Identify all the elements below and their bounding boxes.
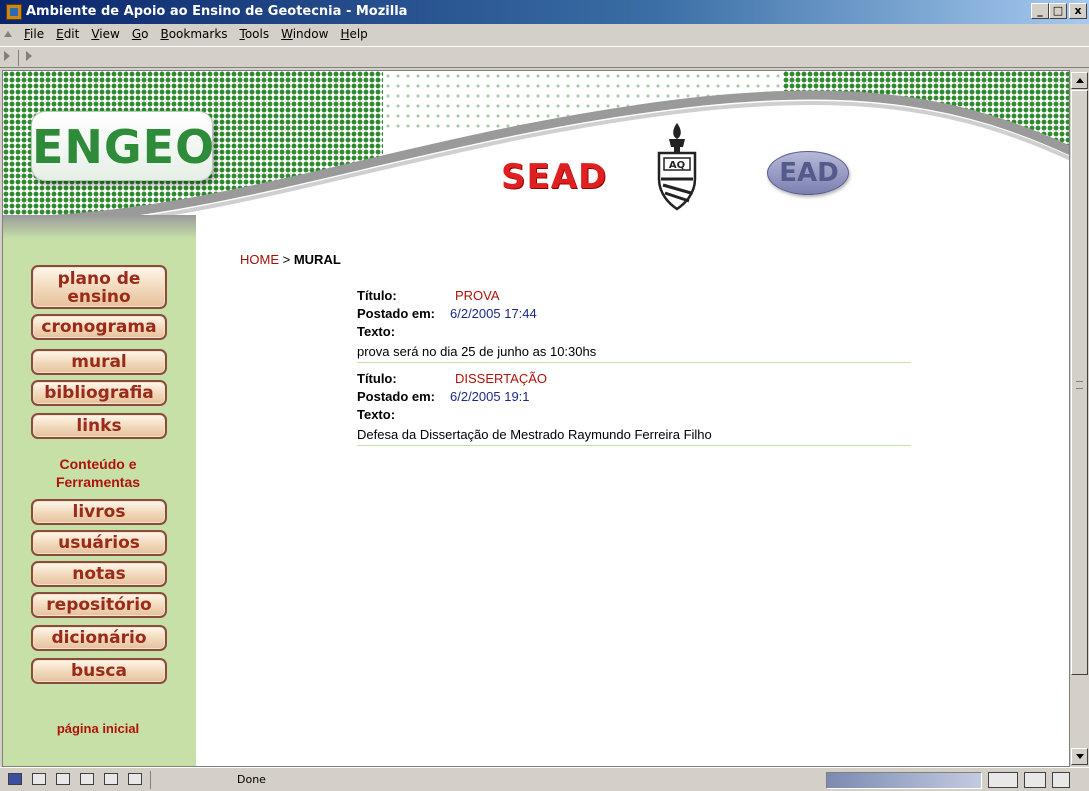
window-title: Ambiente de Apoio ao Ensino de Geotecnia… (26, 4, 408, 19)
post-title: DISSERTAÇÃO (455, 371, 547, 386)
status-bar: Done (0, 767, 1089, 791)
lock-icon[interactable] (1052, 772, 1070, 788)
menu-help[interactable]: Help (334, 27, 373, 41)
mail-icon[interactable] (32, 773, 46, 785)
crest-text: AQ (669, 160, 685, 171)
scrollbar-thumb[interactable] (1071, 90, 1088, 675)
mozilla-app-icon[interactable] (6, 4, 22, 20)
nav-usuarios[interactable]: usuários (31, 530, 167, 556)
menu-tools[interactable]: Tools (234, 27, 276, 41)
menu-view[interactable]: View (85, 27, 125, 41)
nav-links[interactable]: links (31, 413, 167, 439)
breadcrumb-home-link[interactable]: HOME (240, 252, 279, 267)
engeo-logo[interactable]: ENGEO (31, 111, 216, 181)
sidebar-shadow (3, 215, 196, 239)
engeo-logo-text: ENGEO (32, 120, 216, 174)
toolbar-divider (18, 50, 19, 66)
browser-window: Ambiente de Apoio ao Ensino de Geotecnia… (0, 0, 1089, 791)
nav-bibliografia[interactable]: bibliografia (31, 380, 167, 406)
mural-post: Título: PROVA Postado em: 6/2/2005 17:44… (357, 288, 911, 363)
ead-logo[interactable] (767, 151, 850, 195)
expand-toolbar-icon[interactable] (26, 51, 32, 61)
navigator-icon[interactable] (8, 773, 22, 785)
menu-bookmarks[interactable]: Bookmarks (154, 27, 233, 41)
post-date: 6/2/2005 19:1 (450, 389, 530, 404)
titulo-label: Título: (357, 371, 397, 386)
university-crest-icon[interactable]: AQ (651, 121, 703, 211)
menu-bar: File Edit View Go Bookmarks Tools Window… (0, 24, 1089, 46)
nav-mural[interactable]: mural (31, 349, 167, 375)
tools-section-heading: Conteúdo e Ferramentas (55, 456, 141, 490)
pagina-inicial-link[interactable]: página inicial (23, 721, 173, 736)
window-controls: _ □ x (1031, 3, 1087, 19)
progress-bar (826, 772, 982, 789)
postado-label: Postado em: (357, 306, 436, 321)
security-icon[interactable] (1024, 772, 1046, 788)
mural-post: Título: DISSERTAÇÃO Postado em: 6/2/2005… (357, 371, 911, 446)
online-status-icon[interactable] (988, 772, 1018, 788)
breadcrumb: HOME > MURAL (240, 252, 341, 267)
post-text: Defesa da Dissertação de Mestrado Raymun… (357, 427, 712, 442)
close-button[interactable]: x (1069, 3, 1087, 19)
menu-window[interactable]: Window (275, 27, 334, 41)
vertical-scrollbar[interactable] (1070, 70, 1089, 767)
address-book-icon[interactable] (104, 773, 118, 785)
nav-busca[interactable]: busca (31, 658, 167, 684)
menubar-grip-icon[interactable] (4, 31, 12, 37)
irc-icon[interactable] (128, 773, 142, 785)
status-divider (150, 771, 151, 789)
nav-repositorio[interactable]: repositório (31, 592, 167, 618)
menu-edit[interactable]: Edit (50, 27, 85, 41)
composer-icon[interactable] (80, 773, 94, 785)
breadcrumb-separator: > (282, 252, 294, 267)
menu-go[interactable]: Go (126, 27, 155, 41)
breadcrumb-current: MURAL (293, 252, 341, 267)
maximize-button[interactable]: □ (1049, 3, 1067, 19)
chat-icon[interactable] (56, 773, 70, 785)
postado-label: Postado em: (357, 389, 436, 404)
texto-label: Texto: (357, 407, 396, 422)
nav-cronograma[interactable]: cronograma (31, 314, 167, 340)
sead-logo[interactable]: SEAD (501, 157, 607, 197)
minimize-button[interactable]: _ (1031, 3, 1049, 19)
scroll-down-button[interactable] (1071, 748, 1088, 765)
expand-toolbar-icon[interactable] (4, 51, 10, 61)
titulo-label: Título: (357, 288, 397, 303)
title-bar: Ambiente de Apoio ao Ensino de Geotecnia… (0, 0, 1089, 24)
site-header: ENGEO SEAD AQ (3, 71, 1069, 241)
menu-file[interactable]: File (18, 27, 50, 41)
collapsed-toolbar (0, 46, 1089, 68)
post-date: 6/2/2005 17:44 (450, 306, 537, 321)
nav-livros[interactable]: livros (31, 499, 167, 525)
page-viewport: ENGEO SEAD AQ plano de ensino cronograma… (2, 70, 1070, 767)
nav-plano-de-ensino[interactable]: plano de ensino (31, 265, 167, 309)
status-text: Done (237, 773, 266, 786)
scroll-up-button[interactable] (1071, 72, 1088, 89)
nav-dicionario[interactable]: dicionário (31, 625, 167, 651)
texto-label: Texto: (357, 324, 396, 339)
post-title: PROVA (455, 288, 500, 303)
post-text: prova será no dia 25 de junho as 10:30hs (357, 344, 597, 359)
nav-notas[interactable]: notas (31, 561, 167, 587)
